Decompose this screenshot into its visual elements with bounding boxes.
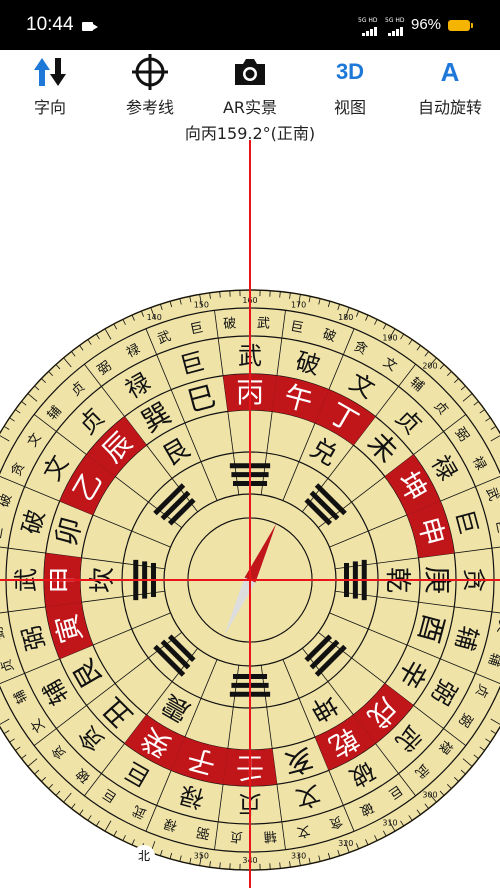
ar-view-button[interactable]: AR实景 [200,54,300,118]
auto-rotate-label: 自动旋转 [417,98,482,117]
battery-icon [448,20,473,31]
toolbar: 字向 参考线 AR实景 3D 视图 A 自动旋转 [0,50,500,120]
outer-label: 武 [257,316,271,332]
network-label-1: 5G HD [358,17,378,24]
auto-rotate-button[interactable]: A 自动旋转 [400,54,500,118]
compass-svg: 140150160170180190200300310320330340350巳… [0,140,500,888]
signal-icon-2 [388,26,408,36]
degree-label: 190 [382,334,397,343]
compass-dial[interactable]: 140150160170180190200300310320330340350巳… [0,140,500,888]
camera-icon [235,59,265,85]
outer-label: 巨 [289,319,305,336]
crosshair-icon [132,54,168,90]
outer-label: 辅 [263,828,277,844]
battery-percent: 96% [411,16,442,33]
network-label-2: 5G HD [385,17,405,24]
direction-label: 字向 [33,98,66,117]
degree-label: 170 [291,300,306,309]
ar-view-label: AR实景 [222,98,278,117]
auto-rotate-icon: A [440,56,460,87]
view-label: 视图 [333,98,366,117]
reference-line-label: 参考线 [125,98,174,117]
outer-label: 贞 [230,828,244,844]
degree-label: 140 [147,313,162,322]
signal-icon [362,26,382,36]
degree-label: 150 [194,300,209,309]
direction-button[interactable]: 字向 [0,54,100,118]
direction-arrows-icon [34,58,66,86]
north-label: 北 [133,845,155,867]
degree-label: 320 [338,839,353,848]
status-bar: 10:44 5G HD 5G HD 96% [0,0,500,50]
outer-label: 破 [223,316,237,332]
degree-label: 310 [382,818,397,827]
3d-icon: 3D [335,59,365,84]
degree-label: 300 [422,790,437,799]
degree-label: 330 [291,852,306,861]
camera-recording-icon [82,22,98,31]
outer-label: 弼 [195,824,211,841]
reference-line-button[interactable]: 参考线 [100,54,200,118]
degree-label: 200 [422,362,437,371]
status-time: 10:44 [26,14,74,35]
degree-label: 180 [338,313,353,322]
degree-label: 350 [194,852,209,861]
view-button[interactable]: 3D 视图 [300,54,400,118]
